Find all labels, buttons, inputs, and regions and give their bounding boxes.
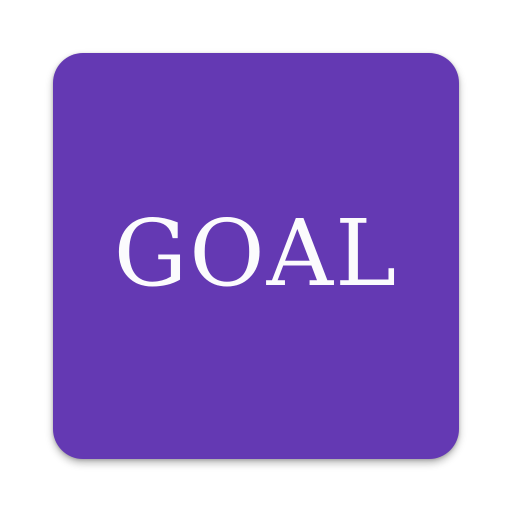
- goal-app-icon[interactable]: GOAL: [53, 53, 459, 459]
- app-icon-label: GOAL: [113, 200, 399, 307]
- icon-canvas: GOAL: [0, 0, 512, 512]
